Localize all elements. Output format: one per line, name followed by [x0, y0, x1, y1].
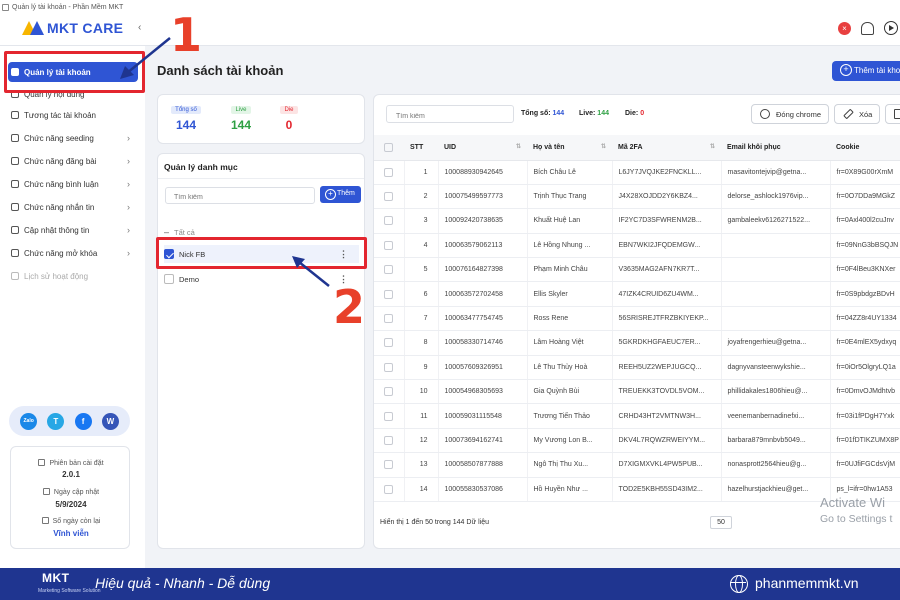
annotation-arrow-2	[292, 256, 330, 287]
annotation-arrows	[120, 37, 330, 287]
annotation-arrow-1	[120, 37, 171, 79]
footer-website[interactable]: phanmemmkt.vn	[755, 575, 858, 591]
footer-logo: MKT	[42, 571, 70, 585]
annotation-step-2: 2	[333, 280, 366, 334]
globe-icon	[730, 575, 748, 593]
footer-tagline: Hiệu quả - Nhanh - Dễ dùng	[95, 575, 271, 591]
annotation-step-1: 1	[170, 8, 203, 62]
footer-logo-subtitle: Marketing Software Solution	[38, 588, 101, 594]
promo-footer: MKT Marketing Software Solution Hiệu quả…	[0, 568, 900, 600]
